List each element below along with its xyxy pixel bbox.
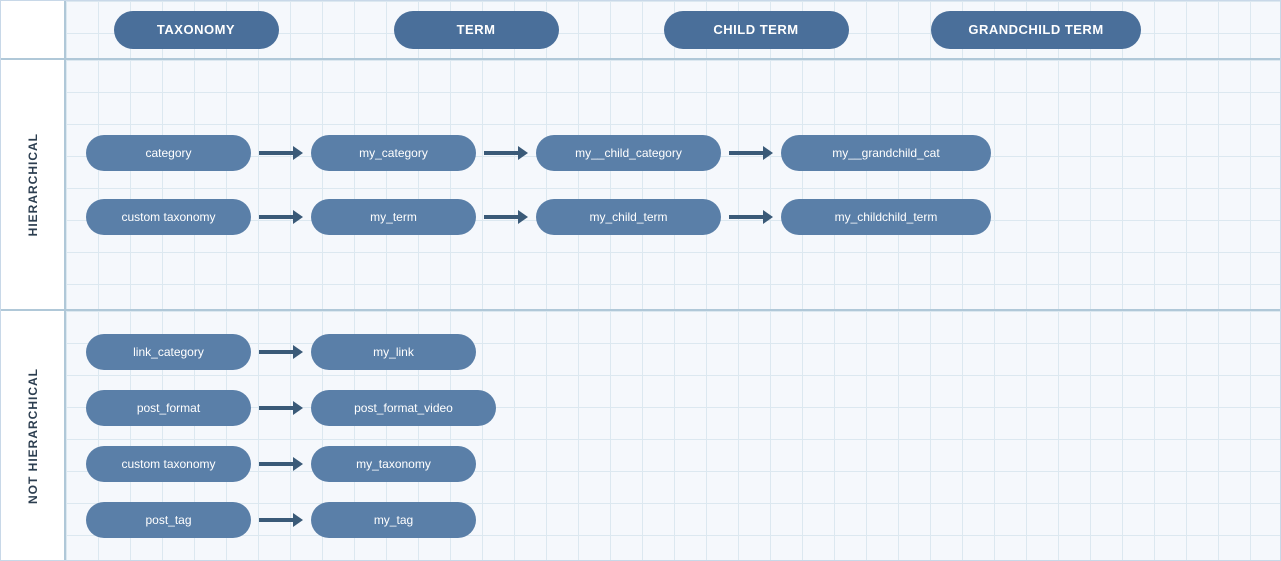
- hierarchical-label-cell: HIERARCHICAL: [1, 60, 64, 311]
- taxonomy-header-ellipse: TAXONOMY: [114, 11, 279, 49]
- taxonomy-ellipse-0: category: [86, 135, 251, 171]
- not-hierarchical-row-2: custom taxonomy my_taxonomy: [86, 446, 1260, 482]
- nh-arrow-3: [251, 512, 311, 528]
- hierarchical-section: category my_category my__child_categor: [66, 60, 1280, 311]
- arrow-icon-3: [729, 145, 773, 161]
- grandchild-term-header-col: GRANDCHILD TERM: [926, 11, 1146, 49]
- nh-term-ellipse-3: my_tag: [311, 502, 476, 538]
- arrow-0-1: [251, 145, 311, 161]
- arrow-shaft-2: [484, 151, 520, 155]
- nh-taxonomy-ellipse-0: link_category: [86, 334, 251, 370]
- nh-arrow-icon-3: [259, 512, 303, 528]
- not-hierarchical-row-3: post_tag my_tag: [86, 502, 1260, 538]
- nh-taxonomy-ellipse-2: custom taxonomy: [86, 446, 251, 482]
- nh-arrow-icon-1: [259, 400, 303, 416]
- nh-arrow-shaft-1: [259, 406, 295, 410]
- arrow-1-2-3: [721, 209, 781, 225]
- nh-term-ellipse-1: post_format_video: [311, 390, 496, 426]
- term-ellipse-1: my_term: [311, 199, 476, 235]
- grandchild-term-header-ellipse: GRANDCHILD TERM: [931, 11, 1141, 49]
- arrow-icon-6: [729, 209, 773, 225]
- nh-taxonomy-ellipse-3: post_tag: [86, 502, 251, 538]
- child-term-ellipse-0: my__child_category: [536, 135, 721, 171]
- taxonomy-ellipse-1: custom taxonomy: [86, 199, 251, 235]
- not-hierarchical-row-0: link_category my_link: [86, 334, 1260, 370]
- nh-term-ellipse-0: my_link: [311, 334, 476, 370]
- nh-taxonomy-ellipse-1: post_format: [86, 390, 251, 426]
- arrow-shaft-4: [259, 215, 295, 219]
- arrow-icon-5: [484, 209, 528, 225]
- not-hierarchical-row-1: post_format post_format_video: [86, 390, 1260, 426]
- taxonomy-header-col: TAXONOMY: [86, 11, 306, 49]
- hierarchical-row-0: category my_category my__child_categor: [86, 135, 1260, 171]
- arrow-shaft: [259, 151, 295, 155]
- term-header-col: TERM: [366, 11, 586, 49]
- nh-term-ellipse-2: my_taxonomy: [311, 446, 476, 482]
- corner-cell: [1, 1, 64, 60]
- arrow-icon-2: [484, 145, 528, 161]
- not-hierarchical-label: NOT HIERARCHICAL: [26, 368, 40, 504]
- header-row: TAXONOMY TERM CHILD TERM GRANDCHILD TERM: [66, 1, 1280, 60]
- nh-arrow-0: [251, 344, 311, 360]
- grandchild-term-ellipse-0: my__grandchild_cat: [781, 135, 991, 171]
- nh-arrow-icon-0: [259, 344, 303, 360]
- arrow-shaft-6: [729, 215, 765, 219]
- term-ellipse-0: my_category: [311, 135, 476, 171]
- child-term-header-col: CHILD TERM: [646, 11, 866, 49]
- not-hierarchical-section: link_category my_link post_format: [66, 311, 1280, 560]
- term-header-ellipse: TERM: [394, 11, 559, 49]
- arrow-2-3: [721, 145, 781, 161]
- arrow-icon: [259, 145, 303, 161]
- nh-arrow-shaft-3: [259, 518, 295, 522]
- hierarchical-label: HIERARCHICAL: [26, 133, 40, 236]
- arrow-1-0-1: [251, 209, 311, 225]
- arrow-icon-4: [259, 209, 303, 225]
- arrow-shaft-5: [484, 215, 520, 219]
- arrow-shaft-3: [729, 151, 765, 155]
- nh-arrow-shaft-0: [259, 350, 295, 354]
- grandchild-term-ellipse-1: my_childchild_term: [781, 199, 991, 235]
- child-term-ellipse-1: my_child_term: [536, 199, 721, 235]
- nh-arrow-1: [251, 400, 311, 416]
- hierarchical-row-1: custom taxonomy my_term my_child_term: [86, 199, 1260, 235]
- arrow-1-1-2: [476, 209, 536, 225]
- nh-arrow-shaft-2: [259, 462, 295, 466]
- nh-arrow-2: [251, 456, 311, 472]
- nh-arrow-icon-2: [259, 456, 303, 472]
- child-term-header-ellipse: CHILD TERM: [664, 11, 849, 49]
- arrow-1-2: [476, 145, 536, 161]
- not-hierarchical-label-cell: NOT HIERARCHICAL: [1, 311, 64, 560]
